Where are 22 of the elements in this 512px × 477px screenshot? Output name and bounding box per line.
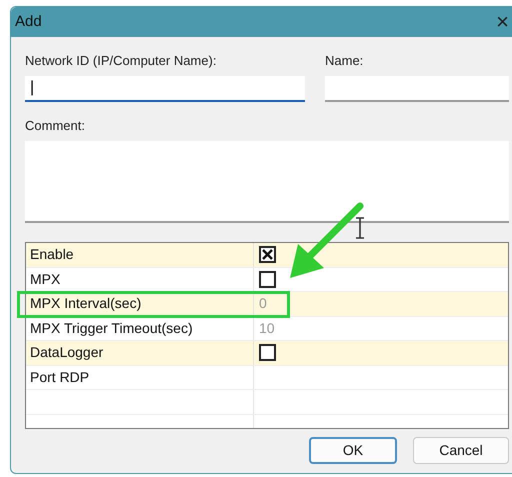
input-field[interactable]: |	[25, 76, 305, 102]
text-cursor-icon	[354, 217, 366, 239]
property-value: 0	[259, 294, 267, 314]
field-label: Network ID (IP/Computer Name):	[25, 52, 218, 70]
field-label: Comment:	[25, 116, 86, 134]
property-label: MPX Interval(sec)	[26, 292, 254, 316]
property-value: 10	[259, 318, 275, 338]
close-button[interactable]: ×	[496, 11, 509, 33]
property-label: Enable	[26, 243, 254, 266]
input-field[interactable]	[325, 76, 509, 102]
checkbox[interactable]	[259, 344, 276, 362]
checkbox[interactable]	[259, 246, 276, 264]
window-title: Add	[15, 12, 42, 32]
checkbox[interactable]	[259, 270, 276, 288]
text-area[interactable]	[25, 141, 509, 223]
field-label: Name:	[325, 52, 364, 70]
property-label: Port RDP	[26, 366, 254, 389]
cancel-button[interactable]: Cancel	[413, 437, 509, 464]
ok-button[interactable]: OK	[309, 437, 397, 464]
property-label: DataLogger	[26, 341, 254, 364]
property-label: MPX Trigger Timeout(sec)	[26, 316, 254, 340]
property-label: MPX	[26, 268, 254, 291]
